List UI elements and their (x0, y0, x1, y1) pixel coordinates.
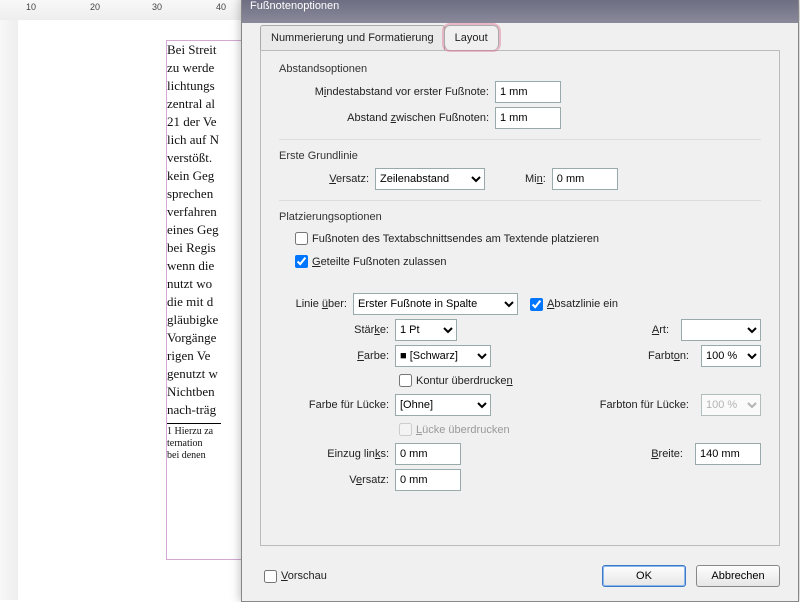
type-select[interactable] (681, 319, 761, 341)
tab-bar: Nummerierung und Formatierung Layout (260, 25, 498, 50)
rule-on-label: Absatzlinie ein (547, 298, 618, 310)
gap-tint-label: Farbton für Lücke: (600, 399, 695, 411)
color-select[interactable]: ■ [Schwarz] (395, 345, 491, 367)
offset-select[interactable]: Zeilenabstand (375, 168, 485, 190)
placement-header: Platzierungsoptionen (279, 211, 761, 223)
place-at-end-checkbox[interactable] (295, 232, 308, 245)
spacing-header: Abstandsoptionen (279, 63, 761, 75)
baseline-header: Erste Grundlinie (279, 150, 761, 162)
width-input[interactable] (695, 443, 761, 465)
layout-panel: Abstandsoptionen Mindestabstand vor erst… (260, 50, 780, 546)
gap-color-select[interactable]: [Ohne] (395, 394, 491, 416)
footnote-rule (167, 423, 221, 424)
type-label: Art: (652, 324, 675, 336)
place-at-end-label: Fußnoten des Textabschnittsendes am Text… (312, 233, 599, 245)
tint-label: Farbton: (648, 350, 695, 362)
offset2-input[interactable] (395, 469, 461, 491)
gap-color-label: Farbe für Lücke: (279, 399, 395, 411)
between-label: Abstand zwischen Fußnoten: (279, 112, 495, 124)
preview-checkbox[interactable] (264, 570, 277, 583)
weight-label: Stärke: (279, 324, 395, 336)
split-footnotes-label: Geteilte Fußnoten zulassen (312, 256, 447, 268)
dialog-title: Fußnotenoptionen (242, 0, 798, 23)
offset-label: Versatz: (279, 173, 375, 185)
baseline-min-label: Min: (525, 173, 552, 185)
overprint-gap-label: Lücke überdrucken (416, 424, 510, 436)
line-above-label: Linie über: (279, 298, 353, 310)
indent-label: Einzug links: (279, 448, 395, 460)
ok-button[interactable]: OK (602, 565, 686, 587)
tint-select[interactable]: 100 % (701, 345, 761, 367)
rule-on-checkbox[interactable] (530, 298, 543, 311)
between-input[interactable] (495, 107, 561, 129)
line-above-select[interactable]: Erster Fußnote in Spalte (353, 293, 518, 315)
button-bar: Vorschau OK Abbrechen (260, 565, 780, 587)
tab-numbering[interactable]: Nummerierung und Formatierung (260, 25, 445, 50)
baseline-min-input[interactable] (552, 168, 618, 190)
split-footnotes-checkbox[interactable] (295, 255, 308, 268)
min-before-input[interactable] (495, 81, 561, 103)
width-label: Breite: (651, 448, 689, 460)
indent-input[interactable] (395, 443, 461, 465)
weight-select[interactable]: 1 Pt (395, 319, 457, 341)
gap-tint-select: 100 % (701, 394, 761, 416)
preview-label: Vorschau (281, 570, 327, 582)
min-before-label: Mindestabstand vor erster Fußnote: (279, 86, 495, 98)
overprint-gap-checkbox (399, 423, 412, 436)
footnote-options-dialog: Fußnotenoptionen Nummerierung und Format… (241, 0, 799, 602)
color-label: Farbe: (279, 350, 395, 362)
tab-layout[interactable]: Layout (444, 25, 499, 50)
overprint-stroke-label: Kontur überdrucken (416, 375, 513, 387)
cancel-button[interactable]: Abbrechen (696, 565, 780, 587)
overprint-stroke-checkbox[interactable] (399, 374, 412, 387)
offset2-label: Versatz: (279, 474, 395, 486)
ruler-vertical (0, 20, 19, 600)
